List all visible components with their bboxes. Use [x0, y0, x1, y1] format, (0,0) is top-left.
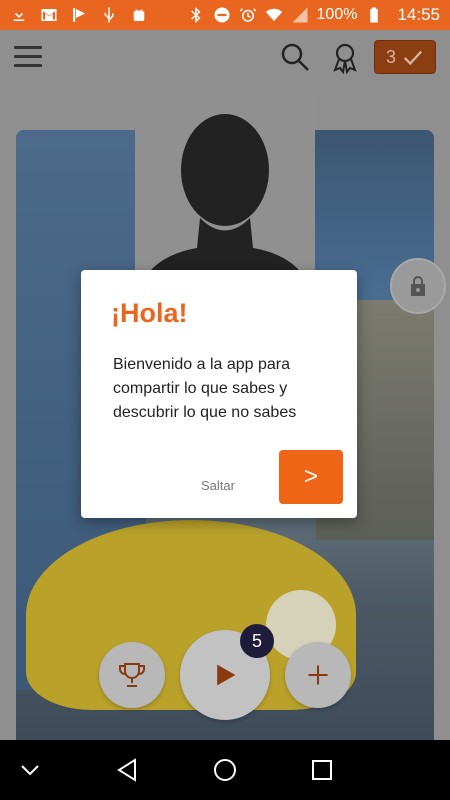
- dialog-title: ¡Hola!: [111, 298, 188, 328]
- flag-check-icon: [70, 6, 88, 24]
- signal-icon: [291, 6, 309, 24]
- dialog-message: Bienvenido a la app para compartir lo qu…: [113, 356, 297, 421]
- trophy-icon: [119, 663, 145, 687]
- play-count-badge: 5: [240, 624, 274, 658]
- navigation-bar: [0, 740, 450, 800]
- next-button[interactable]: >: [279, 450, 343, 504]
- play-icon: [217, 664, 236, 686]
- plus-icon: [308, 665, 328, 685]
- top-bar: 3: [0, 30, 450, 86]
- download-icon: [10, 6, 28, 24]
- dnd-icon: [213, 6, 231, 24]
- award-icon[interactable]: [330, 42, 360, 75]
- completed-count: 3: [385, 46, 396, 67]
- chevron-down-icon[interactable]: [16, 756, 44, 784]
- lock-icon: [411, 276, 425, 296]
- clock: 14:55: [397, 5, 440, 24]
- recent-apps-icon[interactable]: [308, 756, 336, 784]
- skip-button[interactable]: Saltar: [201, 478, 235, 493]
- back-icon[interactable]: [113, 756, 141, 784]
- bottom-actions: 5: [0, 624, 450, 730]
- search-icon[interactable]: [280, 42, 310, 72]
- status-bar: 100% 14:55: [0, 0, 450, 30]
- welcome-dialog: ¡Hola! Bienvenido a la app para comparti…: [81, 270, 357, 518]
- android-icon: [130, 6, 148, 24]
- completed-counter-button[interactable]: 3: [374, 40, 436, 74]
- add-button[interactable]: [285, 642, 351, 708]
- menu-icon[interactable]: [14, 46, 42, 68]
- trophy-button[interactable]: [99, 642, 165, 708]
- battery-percent: 100%: [316, 6, 358, 23]
- gmail-icon: [40, 6, 58, 24]
- alarm-icon: [239, 6, 257, 24]
- wifi-icon: [265, 6, 283, 24]
- check-icon: [403, 50, 423, 66]
- bluetooth-icon: [187, 6, 205, 24]
- home-icon[interactable]: [211, 756, 239, 784]
- usb-icon: [100, 6, 118, 24]
- lock-button[interactable]: [390, 258, 446, 314]
- battery-icon: [365, 6, 383, 24]
